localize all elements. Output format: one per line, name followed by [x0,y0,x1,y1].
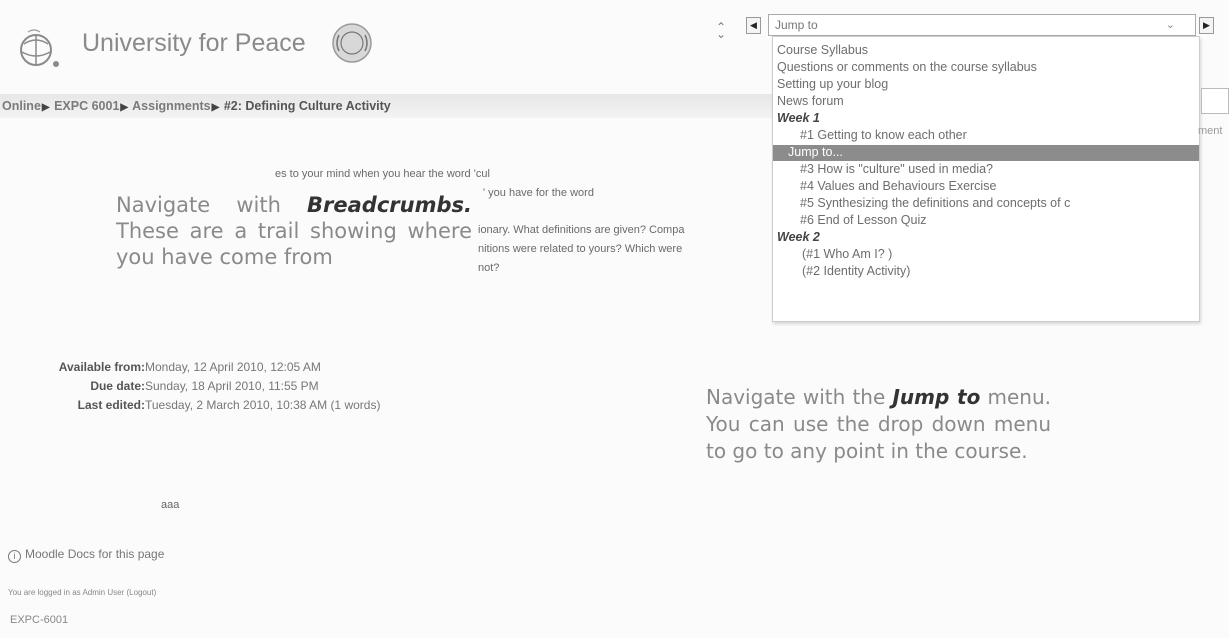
arrow-left-icon: ◀ [750,20,757,30]
user-link[interactable]: Admin User [82,588,124,597]
due-date-label: Due date: [90,379,145,393]
breadcrumb-separator-icon: ▶ [211,102,220,113]
logged-in-info: You are logged in as Admin User (Logout) [8,588,156,597]
footer-course-link[interactable]: EXPC-6001 [10,614,68,626]
available-from-value: Monday, 12 April 2010, 12:05 AM [145,360,321,374]
jump-option[interactable]: #4 Values and Behaviours Exercise [800,179,996,195]
side-input-field[interactable] [1201,88,1229,114]
jump-option[interactable]: #5 Synthesizing the definitions and conc… [800,196,1070,212]
breadcrumb-course[interactable]: EXPC 6001 [54,99,119,113]
jump-option[interactable]: (#1 Who Am I? ) [802,247,892,263]
breadcrumbs-callout: Navigate with Breadcrumbs. These are a t… [116,192,472,270]
jump-option[interactable]: #3 How is "culture" used in media? [800,162,993,178]
side-text: ment [1198,125,1223,137]
breadcrumb: Online▶ EXPC 6001▶ Assignments▶ #2: Defi… [2,99,391,113]
due-date-value: Sunday, 18 April 2010, 11:55 PM [145,379,319,393]
intro-text-line: ionary. What definitions are given? Comp… [478,224,685,236]
info-icon: i [8,550,21,563]
moodle-docs-label: Moodle Docs for this page [25,547,165,561]
jump-to-selected-value: Jump to [775,18,818,32]
arrow-right-icon: ▶ [1203,20,1210,30]
due-date-row: Due date:Sunday, 18 April 2010, 11:55 PM [8,379,319,393]
breadcrumb-separator-icon: ▶ [120,102,129,113]
jump-to-dropdown-list: Course Syllabus Questions or comments on… [772,36,1200,322]
jump-option[interactable]: Course Syllabus [777,43,868,59]
breadcrumb-assignments[interactable]: Assignments [132,99,211,113]
breadcrumb-separator-icon: ▶ [41,102,50,113]
jump-option-highlighted[interactable]: Jump to... [773,145,1199,161]
logout-link[interactable]: (Logout) [126,588,156,597]
jump-option[interactable]: (#2 Identity Activity) [802,264,910,280]
submission-text: aaa [161,499,180,511]
intro-text-line: ' you have for the word [483,187,594,199]
jump-group-week-1: Week 1 [777,111,820,125]
callout-prefix: Navigate with [116,193,308,217]
stepper-icon[interactable]: ⌃ ⌄ [716,21,726,40]
jump-group-week-2: Week 2 [777,230,820,244]
callout-emphasis: Jump to [892,385,981,409]
jump-to-callout: Navigate with the Jump to menu. You can … [706,384,1051,465]
jump-to-select[interactable]: Jump to ⌄ [768,14,1196,36]
university-logo-icon [16,26,66,70]
jump-option[interactable]: Setting up your blog [777,77,888,93]
last-edited-row: Last edited:Tuesday, 2 March 2010, 10:38… [8,398,381,412]
last-edited-value: Tuesday, 2 March 2010, 10:38 AM (1 words… [145,398,381,412]
un-emblem-icon [329,20,375,66]
last-edited-label: Last edited: [77,398,145,412]
next-activity-button[interactable]: ▶ [1199,17,1214,34]
logged-in-prefix: You are logged in as [8,588,83,597]
breadcrumb-current: #2: Defining Culture Activity [223,99,391,113]
jump-option[interactable]: News forum [777,94,844,110]
available-from-row: Available from:Monday, 12 April 2010, 12… [8,360,321,374]
breadcrumb-online[interactable]: Online [2,99,41,113]
site-title[interactable]: University for Peace [82,29,306,58]
intro-text-line: nitions were related to yours? Which wer… [478,243,683,255]
intro-text-line: not? [478,262,500,274]
moodle-docs-link[interactable]: i Moodle Docs for this page [8,547,164,563]
jump-option[interactable]: #1 Getting to know each other [800,128,967,144]
callout-prefix: Navigate with the [706,385,893,409]
jump-option[interactable]: #6 End of Lesson Quiz [800,213,926,229]
previous-activity-button[interactable]: ◀ [746,17,761,34]
available-from-label: Available from: [58,360,145,374]
callout-emphasis: Breadcrumbs. [307,193,472,217]
chevron-down-icon: ⌄ [1165,19,1175,31]
callout-body: These are a trail showing where you have… [116,219,472,269]
intro-text-line: es to your mind when you hear the word '… [275,168,490,180]
jump-option[interactable]: Questions or comments on the course syll… [777,60,1037,76]
